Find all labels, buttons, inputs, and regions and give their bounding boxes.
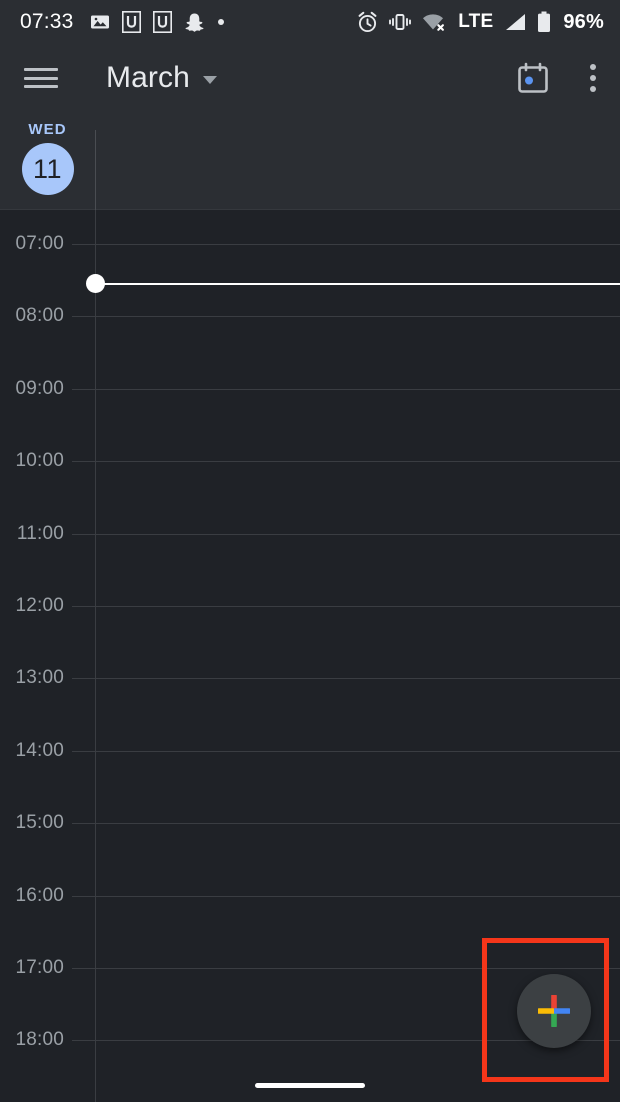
- network-type-label: LTE: [458, 11, 494, 32]
- app-toolbar: March: [0, 44, 620, 112]
- hour-gridline: [72, 606, 620, 607]
- hour-gridline: [72, 244, 620, 245]
- photo-icon: [90, 12, 110, 32]
- current-time-indicator-line: [95, 282, 620, 285]
- hour-label: 17:00: [15, 957, 64, 978]
- page-title: March: [106, 61, 190, 94]
- hour-label: 16:00: [15, 884, 64, 906]
- battery-percent-label: 96%: [563, 10, 604, 33]
- header-column-divider: [95, 130, 96, 210]
- day-header-strip: WED 11: [0, 112, 620, 210]
- calendar-app-screen: 07:33 LTE 96% March WED 11 07:00 08:00 0…: [0, 0, 620, 1102]
- calendar-day-grid[interactable]: 07:00 08:00 09:00 10:00 11:00 12:00 13:00 14:00…: [0, 210, 620, 1102]
- month-title-dropdown[interactable]: March: [106, 61, 217, 95]
- alarm-clock-icon: [357, 11, 378, 33]
- vibrate-icon: [389, 12, 412, 32]
- current-time-indicator-dot: [86, 274, 105, 294]
- today-calendar-icon[interactable]: [516, 61, 550, 95]
- notification-u-icon-1: [121, 11, 141, 33]
- hour-gridline: [72, 461, 620, 463]
- day-of-week-label: WED: [28, 121, 67, 138]
- more-notifications-dot-icon: [217, 18, 225, 26]
- hour-label: 13:00: [15, 667, 64, 689]
- home-indicator[interactable]: [255, 1083, 365, 1088]
- hour-gridline: [72, 750, 620, 752]
- hour-label: 18:00: [15, 1029, 64, 1051]
- day-column-header[interactable]: WED 11: [0, 112, 95, 209]
- hour-label: 11:00: [16, 522, 64, 544]
- status-notification-icons: [90, 11, 225, 33]
- snapchat-icon: [184, 12, 205, 33]
- hour-label: 09:00: [15, 377, 64, 399]
- overflow-menu-icon[interactable]: [580, 60, 606, 96]
- hour-gridline: [72, 316, 620, 318]
- hour-gridline: [72, 823, 620, 825]
- signal-bars-icon: [504, 12, 526, 32]
- status-system-icons: LTE 96%: [357, 11, 604, 34]
- selected-day-number: 11: [21, 143, 74, 195]
- chevron-down-icon: [202, 76, 217, 84]
- status-bar: 07:33 LTE 96%: [0, 0, 620, 44]
- hour-gridline: [72, 678, 620, 680]
- battery-icon: [537, 11, 551, 33]
- hour-label: 08:00: [15, 305, 64, 327]
- hour-label: 10:00: [15, 450, 64, 472]
- toolbar-actions: [516, 60, 606, 96]
- hamburger-menu-icon[interactable]: [24, 65, 58, 91]
- create-event-fab[interactable]: [517, 974, 591, 1048]
- time-column-divider: [95, 210, 96, 1102]
- hour-label: 07:00: [15, 233, 64, 254]
- hour-gridline: [72, 388, 620, 390]
- hour-gridline: [72, 968, 620, 969]
- hour-label: 14:00: [15, 739, 64, 761]
- hour-gridline: [72, 895, 620, 897]
- hour-label: 12:00: [15, 595, 64, 616]
- notification-u-icon-2: [152, 11, 172, 33]
- plus-icon: [538, 995, 570, 1027]
- hour-label: 15:00: [15, 812, 64, 834]
- status-clock: 07:33: [20, 10, 74, 33]
- wifi-off-icon: [422, 12, 446, 32]
- hour-gridline: [72, 533, 620, 535]
